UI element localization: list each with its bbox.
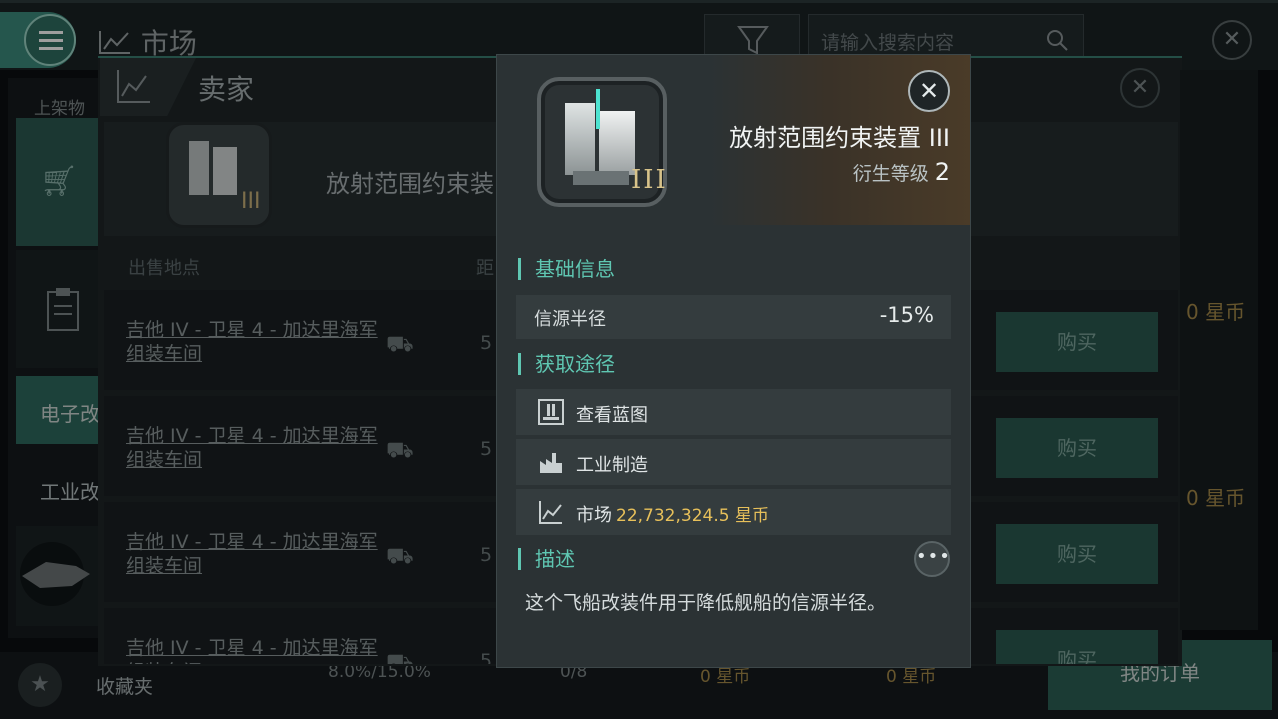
- source-label: 市场 22,732,324.5 星币: [576, 501, 769, 527]
- tier-numeral: III: [631, 165, 668, 195]
- factory-icon: [540, 453, 562, 473]
- source-label: 工业制造: [576, 455, 648, 476]
- market-price: 22,732,324.5 星币: [616, 506, 769, 526]
- source-label: 查看蓝图: [576, 405, 648, 426]
- source-blueprint[interactable]: 查看蓝图: [516, 389, 951, 435]
- source-market[interactable]: 市场 22,732,324.5 星币: [516, 489, 951, 535]
- derivation-level: 衍生等级 2: [700, 158, 950, 186]
- chart-icon: [539, 501, 562, 524]
- derivation-value: 2: [934, 158, 950, 186]
- section-basic-info: 基础信息: [518, 258, 615, 280]
- attribute-label: 信源半径: [534, 309, 606, 330]
- description-text: 这个飞船改装件用于降低舰船的信源半径。: [525, 592, 887, 614]
- section-description: 描述: [518, 548, 575, 570]
- source-industry[interactable]: 工业制造: [516, 439, 951, 485]
- item-title: 放射范围约束装置 III: [729, 124, 950, 152]
- market-label: 市场: [576, 505, 612, 526]
- section-sources: 获取途径: [518, 353, 615, 375]
- attribute-value: -15%: [879, 303, 934, 327]
- close-icon[interactable]: ✕: [908, 70, 950, 112]
- blueprint-icon: [538, 399, 564, 425]
- derivation-label: 衍生等级: [852, 163, 929, 185]
- more-icon[interactable]: •••: [914, 541, 950, 577]
